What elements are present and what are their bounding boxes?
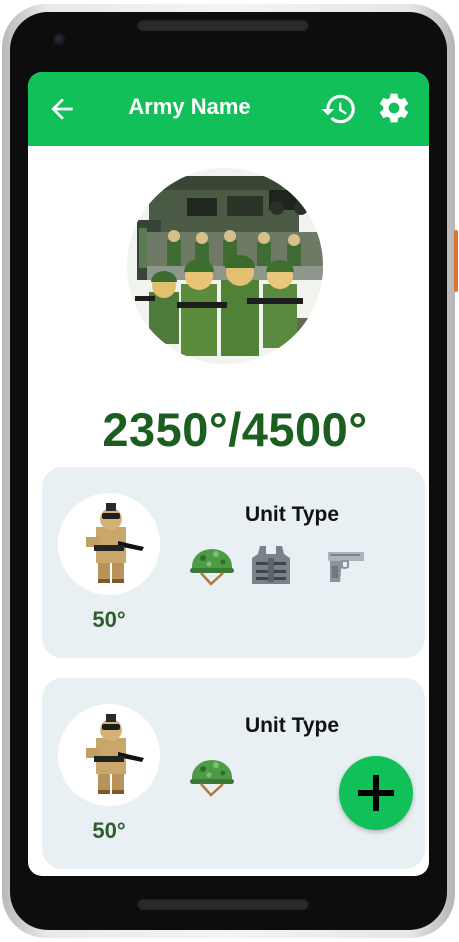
pistol-icon[interactable]: [322, 544, 368, 586]
unit-card[interactable]: Unit Type 50°: [42, 467, 425, 658]
front-camera: [53, 33, 67, 47]
top-speaker: [137, 19, 309, 31]
army-photo: [127, 168, 323, 364]
unit-avatar: [58, 704, 160, 806]
page-title: Army Name: [128, 94, 251, 119]
history-icon[interactable]: [320, 90, 358, 128]
gear-icon[interactable]: [376, 90, 412, 126]
unit-avatar: [58, 493, 160, 595]
unit-cost: 50°: [92, 607, 126, 632]
unit-type-label: Unit Type: [244, 714, 340, 737]
army-points: 2350°/4500°: [102, 403, 368, 456]
helmet-icon[interactable]: [189, 544, 235, 586]
unit-type-label: Unit Type: [244, 503, 340, 526]
bottom-speaker: [137, 898, 309, 910]
plus-icon: [358, 775, 394, 811]
app-bar: Army Name: [28, 72, 429, 146]
power-button: [454, 230, 458, 292]
unit-cost: 50°: [92, 818, 126, 843]
helmet-icon[interactable]: [189, 755, 235, 797]
app-screen: Army Name 2350°/4500° Unit Type 50° Unit…: [28, 72, 429, 876]
vest-icon[interactable]: [248, 544, 294, 586]
add-unit-button[interactable]: [339, 756, 413, 830]
